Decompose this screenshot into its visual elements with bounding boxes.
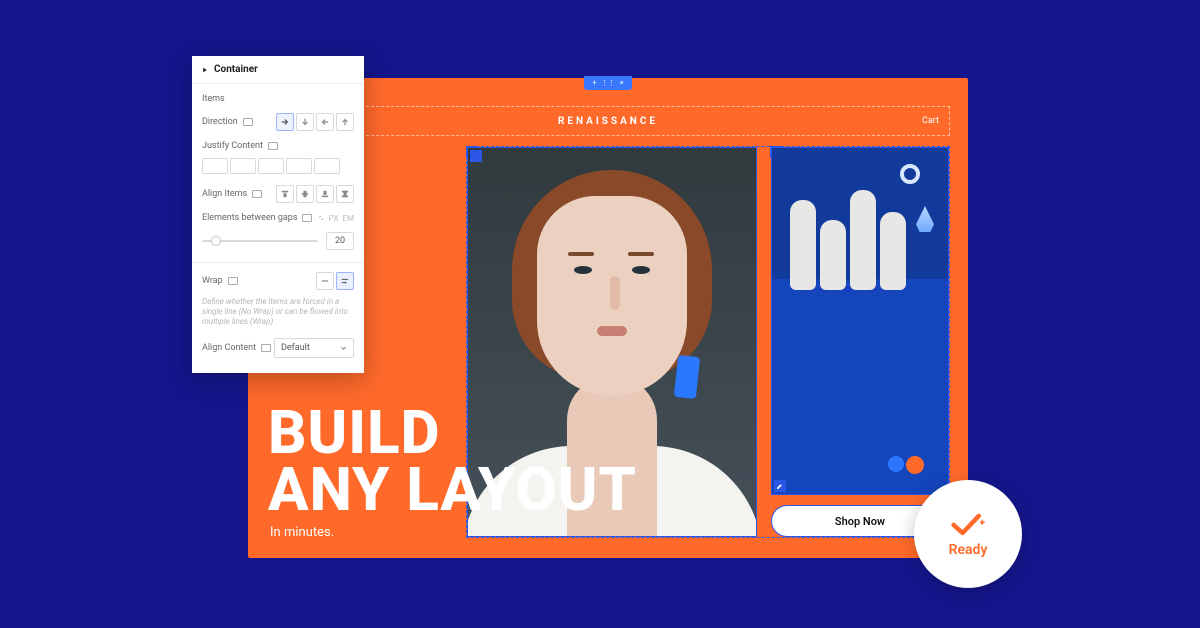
unit-em[interactable]: EM (342, 214, 354, 223)
responsive-icon[interactable] (302, 214, 312, 222)
align-center-button[interactable] (296, 185, 314, 203)
handle-grip-icon: ⋮⋮ (601, 80, 615, 87)
headline-line-1: BUILD (268, 404, 928, 461)
hero-headline: BUILD ANY LAYOUT (268, 404, 928, 518)
direction-row-button[interactable] (276, 113, 294, 131)
panel-section-toggle[interactable]: Container (192, 56, 364, 84)
align-content-select[interactable]: Default (274, 338, 354, 358)
chevron-down-icon (340, 345, 347, 352)
direction-row-reverse-button[interactable] (316, 113, 334, 131)
align-end-button[interactable] (316, 185, 334, 203)
responsive-icon[interactable] (252, 190, 262, 198)
justify-center-button[interactable] (230, 158, 256, 174)
responsive-icon[interactable] (268, 142, 278, 150)
direction-buttons (276, 113, 354, 131)
align-stretch-button[interactable] (336, 185, 354, 203)
checkmark-icon (950, 510, 986, 538)
wrap-hint: Define whether the items are forced in a… (202, 295, 354, 333)
justify-start-button[interactable] (202, 158, 228, 174)
unit-px[interactable]: PX (329, 214, 339, 223)
align-content-label: Align Content (202, 343, 256, 353)
ring-icon (900, 164, 920, 184)
crop-handle-icon[interactable] (470, 150, 482, 162)
responsive-icon[interactable] (228, 277, 238, 285)
earring-icon (674, 355, 700, 399)
wrap-label: Wrap (202, 276, 223, 286)
gaps-slider[interactable] (202, 240, 318, 242)
site-header-container[interactable]: RENAISSANCE Cart (266, 106, 950, 136)
section-handle[interactable]: + ⋮⋮ × (584, 76, 632, 90)
hero-subhead: In minutes. (270, 525, 334, 540)
align-items-label: Align Items (202, 189, 247, 199)
wrap-nowrap-button[interactable] (316, 272, 334, 290)
direction-column-button[interactable] (296, 113, 314, 131)
handle-plus-icon: + (592, 80, 596, 87)
justify-end-button[interactable] (258, 158, 284, 174)
responsive-icon[interactable] (243, 118, 253, 126)
ready-badge: Ready (914, 480, 1022, 588)
caret-right-icon (202, 67, 208, 73)
justify-around-button[interactable] (314, 158, 340, 174)
justify-content-label: Justify Content (202, 141, 263, 151)
direction-column-reverse-button[interactable] (336, 113, 354, 131)
site-brand: RENAISSANCE (558, 116, 658, 127)
ready-label: Ready (949, 542, 988, 558)
align-start-button[interactable] (276, 185, 294, 203)
sculpture-icon (790, 170, 910, 290)
items-heading: Items (202, 90, 354, 108)
gaps-value-input[interactable]: 20 (326, 232, 354, 250)
link-values-icon[interactable] (317, 214, 325, 222)
wrap-wrap-button[interactable] (336, 272, 354, 290)
slider-knob[interactable] (211, 236, 221, 246)
responsive-icon[interactable] (261, 344, 271, 352)
panel-title: Container (214, 64, 258, 75)
gaps-label: Elements between gaps (202, 213, 297, 223)
handle-close-icon: × (620, 80, 624, 87)
container-properties-panel: Container Items Direction Justify Conten… (192, 56, 364, 373)
justify-content-options (202, 156, 354, 180)
pendant-icon (916, 206, 934, 232)
align-content-value: Default (281, 343, 310, 353)
direction-label: Direction (202, 117, 238, 127)
justify-between-button[interactable] (286, 158, 312, 174)
cart-link[interactable]: Cart (922, 116, 939, 126)
headline-line-2: ANY LAYOUT (268, 461, 928, 518)
